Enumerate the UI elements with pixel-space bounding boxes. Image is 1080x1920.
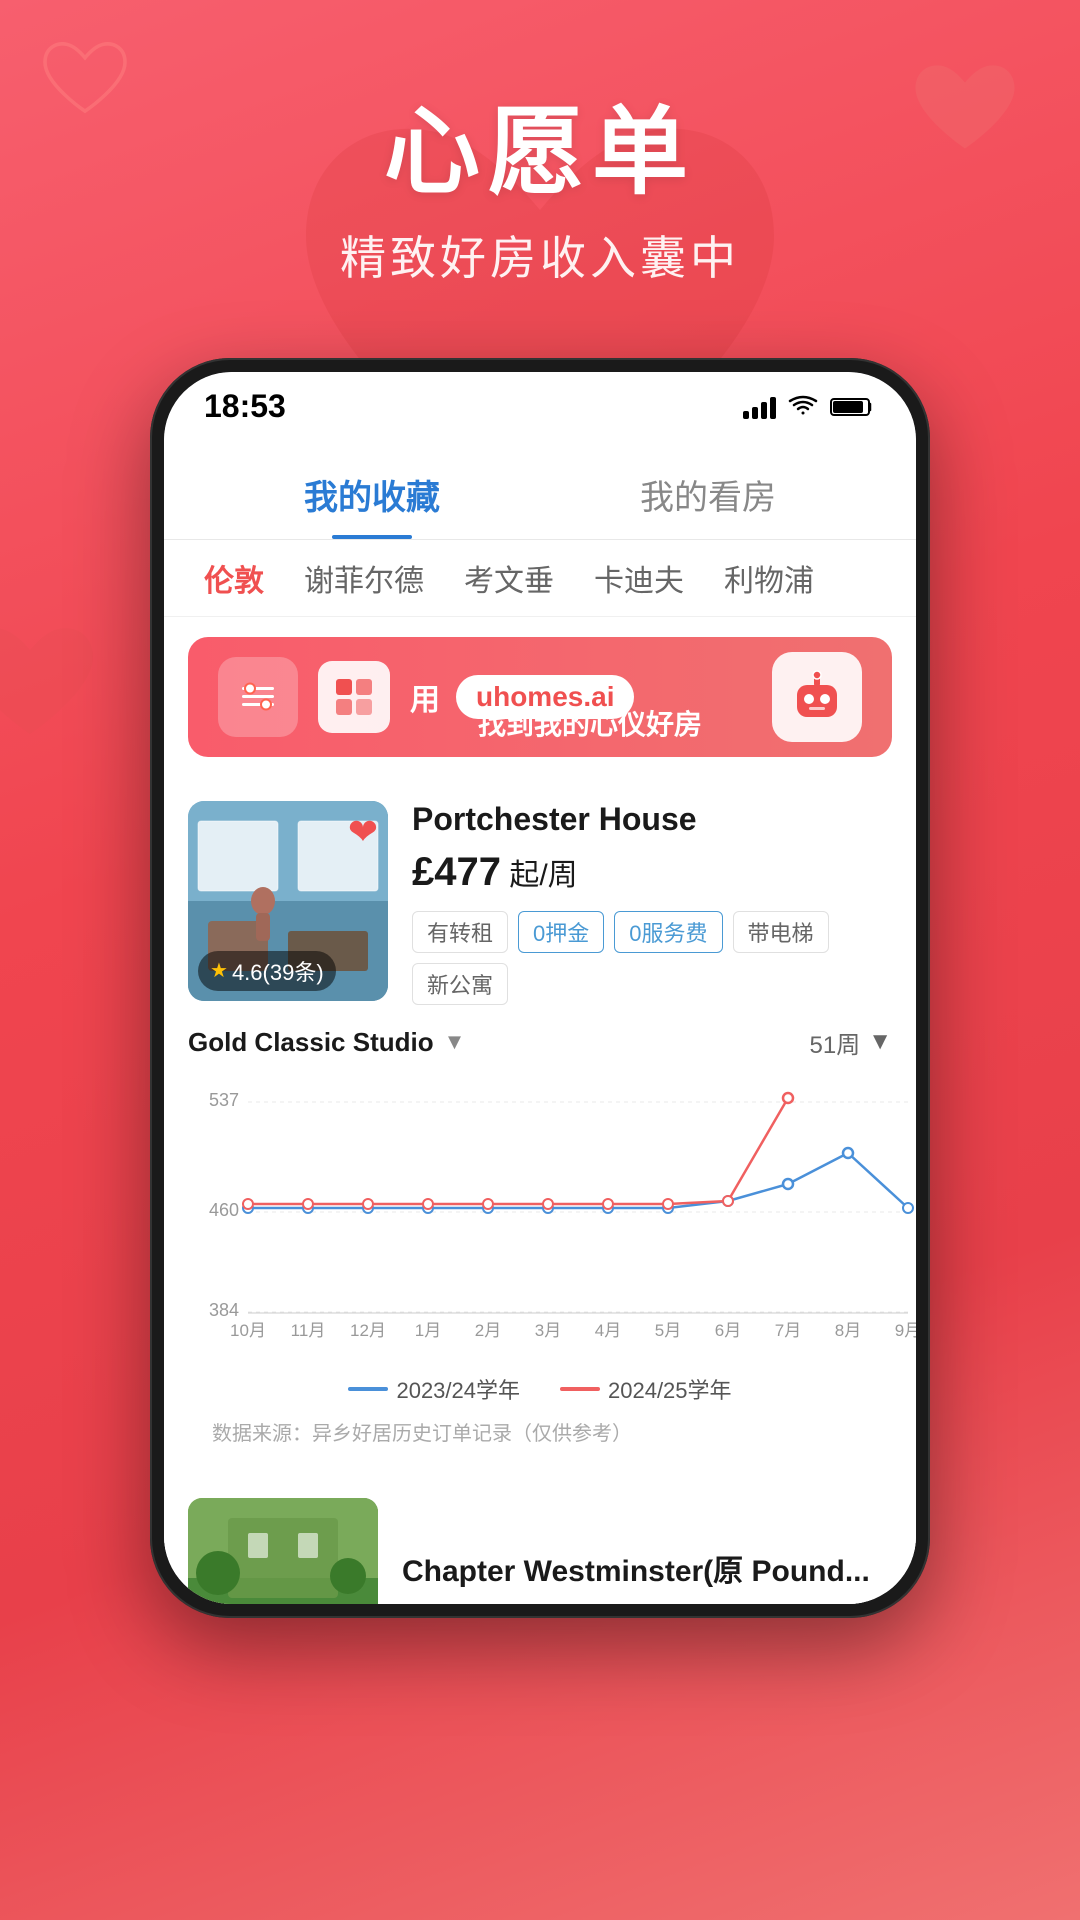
phone-outer: 18:53 [150,358,930,1618]
ai-banner[interactable]: 用 uhomes.ai 找到我的心仪好房 [188,637,892,757]
svg-text:6月: 6月 [715,1321,741,1340]
svg-text:5月: 5月 [655,1321,681,1340]
svg-text:12月: 12月 [350,1321,386,1340]
property-info-2: Chapter Westminster(原 Pound... [402,1546,870,1590]
property-image-2 [188,1498,378,1604]
room-type-selector[interactable]: Gold Classic Studio ▼ [188,1027,465,1058]
status-icons [743,395,876,419]
chart-legend: 2023/24学年 2024/25学年 [188,1373,892,1405]
legend-label-2024: 2024/25学年 [608,1373,732,1405]
city-liverpool[interactable]: 利物浦 [724,556,814,600]
svg-text:4月: 4月 [595,1321,621,1340]
banner-desc: 找到我的心仪好房 [478,709,702,740]
city-london[interactable]: 伦敦 [204,556,264,600]
svg-text:2月: 2月 [475,1321,501,1340]
svg-text:10月: 10月 [230,1321,266,1340]
price-amount-1: £477 [412,850,501,894]
phone-inner: 18:53 [164,372,916,1604]
data-source-note: 数据来源：异乡好居历史订单记录（仅供参考） [188,1405,892,1458]
svg-text:11月: 11月 [291,1321,326,1340]
property-name-2: Chapter Westminster(原 Pound... [402,1546,870,1590]
legend-dot-2024 [560,1387,600,1391]
tabs: 我的收藏 我的看房 [164,442,916,540]
tag-deposit: 0押金 [518,911,604,953]
week-dropdown-icon: ▼ [868,1028,892,1056]
property-favorite-icon[interactable]: ❤ [348,811,378,853]
page-subtitle: 精致好房收入囊中 [0,222,1080,288]
city-cardiff[interactable]: 卡迪夫 [594,556,684,600]
chart-header: Gold Classic Studio ▼ 51周 ▼ [188,1025,892,1060]
property-rating: ★ 4.6(39条) [198,951,336,991]
tag-transfer: 有转租 [412,911,508,953]
phone-mockup: 18:53 [0,358,1080,1618]
property-tags-1: 有转租 0押金 0服务费 带电梯 新公寓 [412,911,892,1005]
tag-service: 0服务费 [614,911,722,953]
svg-text:3月: 3月 [535,1321,561,1340]
room-type-dropdown-icon: ▼ [444,1029,466,1055]
status-bar: 18:53 [164,372,916,442]
status-time: 18:53 [204,388,286,425]
city-filter: 伦敦 谢菲尔德 考文垂 卡迪夫 利物浦 [164,540,916,617]
tab-favorites[interactable]: 我的收藏 [204,442,540,539]
tab-visits[interactable]: 我的看房 [540,442,876,539]
city-coventry[interactable]: 考文垂 [464,556,554,600]
svg-text:8月: 8月 [835,1321,861,1340]
legend-label-2023: 2023/24学年 [396,1373,520,1405]
svg-text:9月: 9月 [895,1321,916,1340]
tag-new: 新公寓 [412,963,508,1005]
legend-dot-2023 [348,1387,388,1391]
legend-2024: 2024/25学年 [560,1373,732,1405]
week-selector[interactable]: 51周 ▼ [810,1025,892,1060]
property-price-1: £477 起/周 [412,850,892,895]
property-info-1: Portchester House £477 起/周 有转租 0押金 0服务费 … [412,801,892,1005]
tag-elevator: 带电梯 [733,911,829,953]
phone-content: 我的收藏 我的看房 伦敦 谢菲尔德 考文垂 卡迪夫 利物浦 [164,442,916,1604]
banner-filter-icon [218,657,298,737]
banner-grid-icon [318,661,390,733]
city-sheffield[interactable]: 谢菲尔德 [304,556,424,600]
signal-icon [743,395,776,419]
property-image-1: ❤ ★ 4.6(39条) [188,801,388,1001]
svg-text:7月: 7月 [775,1321,801,1340]
property-card-2[interactable]: Chapter Westminster(原 Pound... [164,1474,916,1604]
room-type-label: Gold Classic Studio [188,1027,434,1058]
svg-text:384: 384 [209,1300,239,1320]
svg-text:460: 460 [209,1200,239,1220]
svg-text:1月: 1月 [415,1321,441,1340]
property-name-1: Portchester House [412,801,892,838]
property-top: ❤ ★ 4.6(39条) Portchester House £477 起/周 [188,801,892,1005]
battery-icon [830,395,876,419]
week-label: 51周 [810,1025,861,1060]
header-area: 心愿单 精致好房收入囊中 [0,0,1080,288]
svg-text:537: 537 [209,1090,239,1110]
banner-robot-icon [772,652,862,742]
price-chart: 537 460 384 10月 11月 [188,1076,892,1361]
legend-2023: 2023/24学年 [348,1373,520,1405]
property-card-1[interactable]: ❤ ★ 4.6(39条) Portchester House £477 起/周 [164,777,916,1458]
wifi-icon [788,395,818,419]
page-title: 心愿单 [0,100,1080,206]
